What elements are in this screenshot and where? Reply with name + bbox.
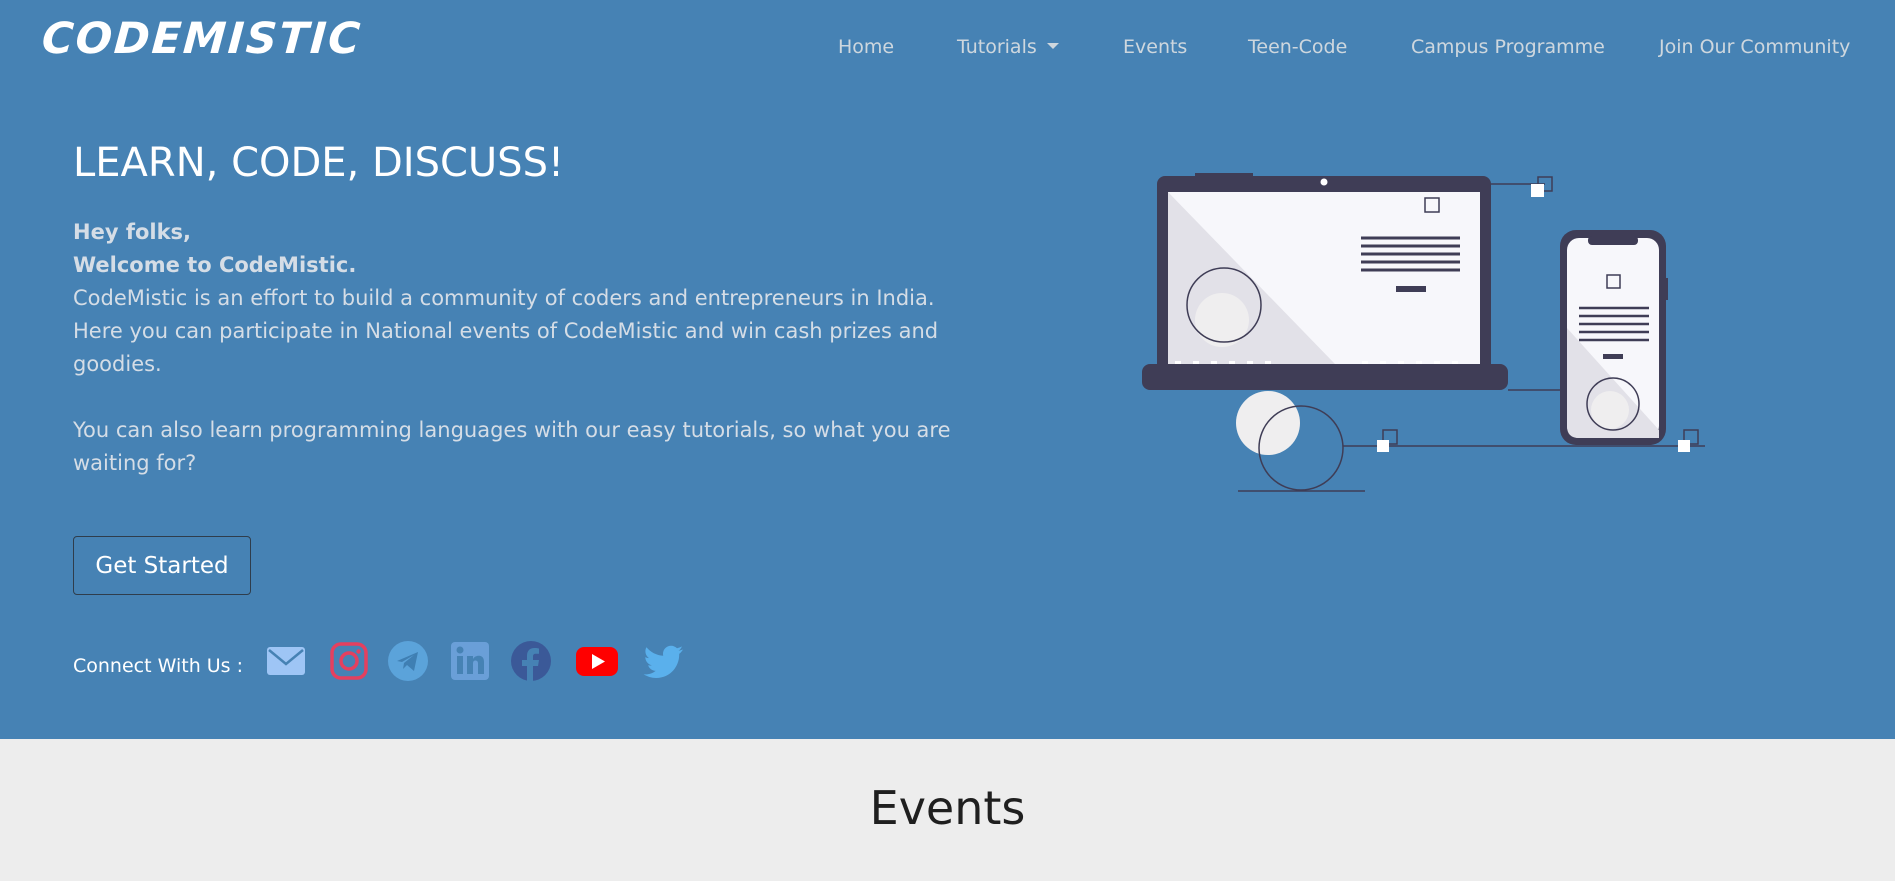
events-section: Events [0, 739, 1895, 881]
youtube-icon[interactable] [575, 640, 619, 682]
brand-logo[interactable]: CODEMISTIC [40, 14, 363, 64]
nav-home[interactable]: Home [838, 36, 894, 58]
intro-paragraph-1: CodeMistic is an effort to build a commu… [73, 286, 939, 376]
hero-headline: LEARN, CODE, DISCUSS! [73, 140, 564, 186]
hero-section: CODEMISTIC Home Tutorials Events Teen-Co… [0, 0, 1895, 739]
nav-tutorials-dropdown[interactable]: Tutorials [957, 36, 1059, 58]
devices-illustration [1142, 173, 1705, 492]
twitter-icon[interactable] [643, 640, 685, 682]
connect-label: Connect With Us : [73, 655, 244, 677]
instagram-icon[interactable] [328, 640, 370, 682]
email-icon[interactable] [265, 640, 307, 682]
facebook-icon[interactable] [510, 640, 552, 682]
navbar: CODEMISTIC Home Tutorials Events Teen-Co… [0, 0, 1895, 98]
chevron-down-icon [1046, 42, 1059, 49]
intro-greeting: Hey folks, [73, 220, 192, 244]
nav-events[interactable]: Events [1123, 36, 1187, 58]
get-started-button[interactable]: Get Started [73, 536, 251, 595]
telegram-icon[interactable] [387, 640, 429, 682]
linkedin-icon[interactable] [449, 640, 491, 682]
events-title: Events [869, 781, 1026, 835]
intro-welcome: Welcome to CodeMistic. [73, 253, 357, 277]
hero-intro: Hey folks, Welcome to CodeMistic. CodeMi… [73, 216, 973, 480]
nav-teen-code[interactable]: Teen-Code [1248, 36, 1347, 58]
nav-campus-programme[interactable]: Campus Programme [1411, 36, 1605, 58]
intro-paragraph-2: You can also learn programming languages… [73, 418, 951, 475]
nav-tutorials-label: Tutorials [957, 36, 1037, 58]
nav-join-community[interactable]: Join Our Community [1659, 36, 1850, 58]
